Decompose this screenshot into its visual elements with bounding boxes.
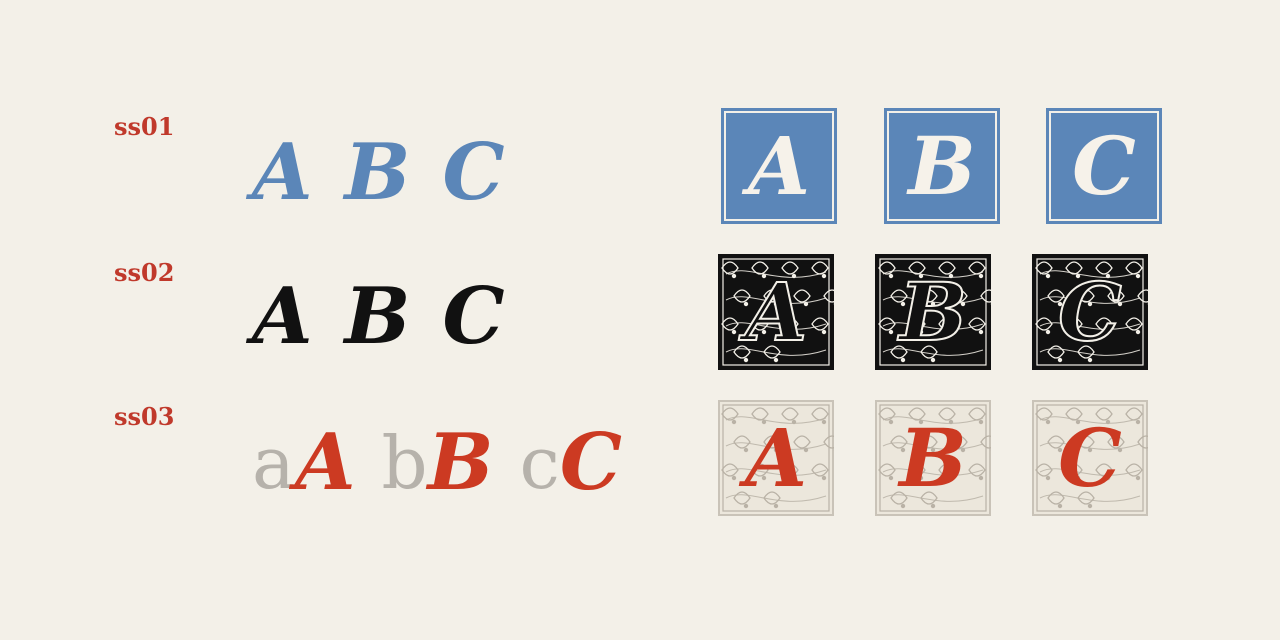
ss02-initial-b-letter: B [898, 265, 968, 359]
set-label-ss02: ss02 [114, 258, 175, 287]
ss03-initial-c-letter: C [1058, 411, 1122, 505]
set-label-ss01: ss01 [114, 112, 175, 141]
ss01-initial-c-letter: C [1072, 119, 1136, 213]
ss03-letters: a A b B c C [252, 418, 622, 508]
set-label-ss03: ss03 [114, 402, 175, 431]
ss01-initial-c: C [1046, 108, 1162, 224]
ss03-initial-b: B [875, 400, 991, 516]
ss01-initial-a-letter: A [747, 119, 811, 213]
ss02-initial-a-letter: A [744, 265, 808, 359]
ss03-initial-c: C [1032, 400, 1148, 516]
ss03-upper-b: B [427, 417, 494, 508]
ss02-initial-c: C [1032, 254, 1148, 370]
ss01-letter-c: C [442, 127, 505, 218]
ss03-lower-b: b [381, 421, 428, 505]
ss03-initial-a-letter: A [744, 411, 808, 505]
ss03-upper-c: C [559, 417, 622, 508]
ss02-initial-c-letter: C [1057, 265, 1123, 359]
ss01-initial-b: B [884, 108, 1000, 224]
ss01-initial-a: A [721, 108, 837, 224]
ss03-lower-c: c [519, 421, 560, 505]
ss02-letters: A B C [252, 272, 505, 362]
ss01-initial-b-letter: B [908, 119, 976, 213]
ss02-letter-a: A [252, 271, 313, 362]
ss03-upper-a: A [294, 417, 356, 508]
ss03-initial-a: A [718, 400, 834, 516]
ss02-letter-b: B [344, 271, 411, 362]
ss02-initial-b: B [875, 254, 991, 370]
ss02-letter-c: C [442, 271, 505, 362]
ss03-initial-b-letter: B [899, 411, 967, 505]
ss02-initial-a: A [718, 254, 834, 370]
ss01-letter-a: A [252, 127, 313, 218]
ss01-letters: A B C [252, 128, 505, 218]
ss03-lower-a: a [252, 421, 295, 505]
ss01-letter-b: B [344, 127, 411, 218]
